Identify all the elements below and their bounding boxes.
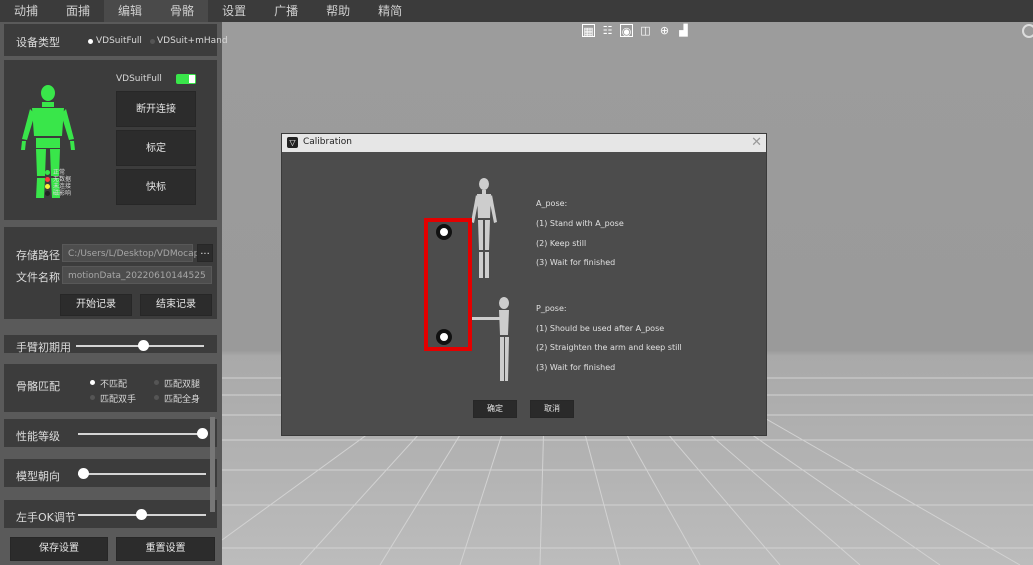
- legend-disconnected-dot: [45, 184, 50, 189]
- bone-match-option-3[interactable]: 匹配全身: [164, 392, 200, 405]
- p-pose-select-radio[interactable]: [436, 329, 452, 345]
- performance-section: 性能等级: [4, 419, 217, 447]
- left-panel: 设备类型 VDSuitFull VDSuit+mHand 正常 无数据 未连接 …: [0, 22, 228, 565]
- browse-button[interactable]: ...: [197, 244, 213, 262]
- camera-icon[interactable]: ◉: [620, 24, 633, 38]
- left-hand-ok-label: 左手OK调节: [16, 511, 76, 524]
- bone-match-option-0[interactable]: 不匹配: [100, 377, 127, 390]
- a-pose-step-1: (1) Stand with A_pose: [536, 219, 624, 228]
- radio-match-hands[interactable]: [90, 395, 95, 400]
- connection-section: 正常 无数据 未连接 磁影响 VDSuitFull 断开连接 标定 快标: [4, 60, 217, 220]
- device-type-section: 设备类型 VDSuitFull VDSuit+mHand: [4, 24, 228, 56]
- radio-match-legs[interactable]: [154, 380, 159, 385]
- floor-icon[interactable]: ▟: [677, 24, 690, 37]
- menu-edit[interactable]: 编辑: [104, 0, 157, 22]
- app-logo-icon: ▽: [287, 137, 298, 148]
- performance-label: 性能等级: [16, 430, 60, 443]
- stop-record-button[interactable]: 结束记录: [140, 294, 212, 316]
- bone-icon[interactable]: ☷: [601, 24, 614, 37]
- a-pose-figure: [471, 178, 497, 278]
- menu-settings[interactable]: 设置: [208, 0, 260, 22]
- radio-no-match[interactable]: [90, 380, 95, 385]
- bone-match-option-1[interactable]: 匹配双腿: [164, 377, 200, 390]
- viewport-toolbar: ▦ ☷ ◉ ◫ ⊕ ▟: [582, 24, 690, 38]
- menu-facecap[interactable]: 面捕: [52, 0, 104, 22]
- close-icon[interactable]: ✕: [751, 135, 762, 150]
- bone-match-section: 骨骼匹配 不匹配 匹配双腿 匹配双手 匹配全身: [4, 364, 217, 412]
- radio-vdsuit-mhand[interactable]: [150, 39, 155, 44]
- radio-match-full[interactable]: [154, 395, 159, 400]
- p-pose-title: P_pose:: [536, 304, 567, 313]
- device-toggle-label: VDSuitFull: [116, 74, 162, 84]
- cancel-button[interactable]: 取消: [530, 400, 574, 418]
- model-orient-label: 模型朝向: [16, 470, 60, 483]
- a-pose-title: A_pose:: [536, 199, 568, 208]
- calibration-dialog: ▽ Calibration ✕ A_pose: (1) Stand with A…: [281, 133, 767, 436]
- p-pose-step-1: (1) Should be used after A_pose: [536, 324, 665, 333]
- file-name-label: 文件名称: [16, 271, 60, 284]
- model-orient-slider-track[interactable]: [78, 473, 206, 475]
- menu-broadcast[interactable]: 广播: [260, 0, 312, 22]
- reset-settings-button[interactable]: 重置设置: [116, 537, 215, 561]
- radio-vdsuitfull[interactable]: [88, 39, 93, 44]
- legend-nodata-dot: [45, 177, 50, 182]
- save-path-label: 存储路径: [16, 249, 60, 262]
- menu-skeleton[interactable]: 骨骼: [156, 0, 209, 22]
- cut-slider-section: 手臂初期用: [4, 335, 217, 353]
- performance-slider-knob[interactable]: [197, 428, 208, 439]
- menu-simple[interactable]: 精简: [364, 0, 416, 22]
- target-icon[interactable]: ⊕: [658, 24, 671, 37]
- model-orient-section: 模型朝向: [4, 459, 217, 487]
- menu-mocap[interactable]: 动捕: [0, 0, 52, 22]
- calibrate-button[interactable]: 标定: [116, 130, 196, 166]
- panel-scrollbar[interactable]: [210, 417, 215, 512]
- cut-slider-knob[interactable]: [138, 340, 149, 351]
- menu-bar: 动捕 面捕 编辑 骨骼 设置 广播 帮助 精简: [0, 0, 1033, 22]
- legend-normal-dot: [45, 170, 50, 175]
- save-settings-button[interactable]: 保存设置: [10, 537, 108, 561]
- dialog-title: Calibration: [303, 137, 352, 147]
- p-pose-step-3: (3) Wait for finished: [536, 363, 616, 372]
- bone-match-option-2[interactable]: 匹配双手: [100, 392, 136, 405]
- p-pose-figure: [468, 297, 509, 381]
- legend-magnetic-dot: [45, 191, 50, 196]
- disconnect-button[interactable]: 断开连接: [116, 91, 196, 127]
- device-toggle[interactable]: [176, 74, 196, 84]
- device-option-full[interactable]: VDSuitFull: [96, 36, 142, 46]
- confirm-button[interactable]: 确定: [473, 400, 517, 418]
- device-type-label: 设备类型: [16, 36, 60, 49]
- bone-match-label: 骨骼匹配: [16, 380, 60, 393]
- a-pose-step-3: (3) Wait for finished: [536, 258, 616, 267]
- p-pose-step-2: (2) Straighten the arm and keep still: [536, 343, 682, 352]
- settings-gear-icon[interactable]: [1022, 24, 1033, 38]
- dialog-title-bar: ▽ Calibration ✕: [282, 134, 766, 152]
- device-option-mhand[interactable]: VDSuit+mHand: [157, 36, 228, 46]
- frame-icon[interactable]: ◫: [639, 24, 652, 37]
- quick-calibrate-button[interactable]: 快标: [116, 169, 196, 205]
- a-pose-step-2: (2) Keep still: [536, 239, 587, 248]
- menu-help[interactable]: 帮助: [312, 0, 364, 22]
- model-orient-slider-knob[interactable]: [78, 468, 89, 479]
- left-hand-ok-section: 左手OK调节: [4, 500, 217, 528]
- cut-label: 手臂初期用: [16, 341, 71, 353]
- start-record-button[interactable]: 开始记录: [60, 294, 132, 316]
- a-pose-select-radio[interactable]: [436, 224, 452, 240]
- grid-icon[interactable]: ▦: [582, 24, 595, 38]
- performance-slider-track[interactable]: [78, 433, 206, 435]
- record-section: 存储路径 C:/Users/L/Desktop/VDMocapS ... 文件名…: [4, 227, 217, 319]
- left-hand-ok-slider-knob[interactable]: [136, 509, 147, 520]
- save-path-input[interactable]: C:/Users/L/Desktop/VDMocapS: [62, 244, 205, 262]
- legend-magnetic: 磁影响: [53, 190, 72, 197]
- file-name-input[interactable]: motionData_20220610144525: [62, 266, 212, 284]
